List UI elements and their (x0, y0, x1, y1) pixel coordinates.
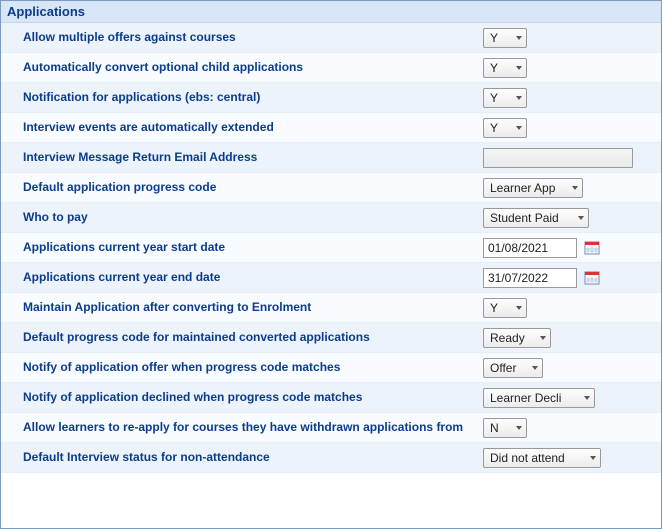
select-value: Learner Decli (490, 391, 561, 405)
select-who-to-pay[interactable]: Student Paid (483, 208, 589, 228)
select-default-interview-nonattend[interactable]: Did not attend (483, 448, 601, 468)
settings-rows: Allow multiple offers against courses Y … (1, 23, 661, 473)
row-who-to-pay: Who to pay Student Paid (1, 203, 661, 233)
row-default-progress-code: Default application progress code Learne… (1, 173, 661, 203)
select-notify-offer-match[interactable]: Offer (483, 358, 543, 378)
select-auto-convert-optional[interactable]: Y (483, 58, 527, 78)
label-auto-convert-optional: Automatically convert optional child app… (23, 60, 483, 75)
row-auto-convert-optional: Automatically convert optional child app… (1, 53, 661, 83)
select-value: Learner App (490, 181, 555, 195)
row-notify-offer-match: Notify of application offer when progres… (1, 353, 661, 383)
select-value: N (490, 421, 499, 435)
chevron-down-icon (516, 426, 522, 430)
select-value: Ready (490, 331, 525, 345)
input-interview-return-email[interactable] (483, 148, 633, 168)
chevron-down-icon (540, 336, 546, 340)
label-interview-return-email: Interview Message Return Email Address (23, 150, 483, 165)
select-default-progress-code[interactable]: Learner App (483, 178, 583, 198)
row-interview-return-email: Interview Message Return Email Address (1, 143, 661, 173)
row-maintain-after-enrol: Maintain Application after converting to… (1, 293, 661, 323)
calendar-icon[interactable] (583, 269, 601, 287)
applications-panel: Applications Allow multiple offers again… (0, 0, 662, 529)
select-interview-auto-extend[interactable]: Y (483, 118, 527, 138)
calendar-icon[interactable] (583, 239, 601, 257)
chevron-down-icon (516, 96, 522, 100)
label-year-end: Applications current year end date (23, 270, 483, 285)
panel-title: Applications (1, 1, 661, 23)
row-allow-multiple-offers: Allow multiple offers against courses Y (1, 23, 661, 53)
label-default-progress-code: Default application progress code (23, 180, 483, 195)
row-notify-declined-match: Notify of application declined when prog… (1, 383, 661, 413)
chevron-down-icon (516, 126, 522, 130)
chevron-down-icon (516, 66, 522, 70)
label-allow-multiple-offers: Allow multiple offers against courses (23, 30, 483, 45)
label-notify-declined-match: Notify of application declined when prog… (23, 390, 483, 405)
select-allow-reapply-withdrawn[interactable]: N (483, 418, 527, 438)
chevron-down-icon (572, 186, 578, 190)
select-default-maintained-code[interactable]: Ready (483, 328, 551, 348)
label-interview-auto-extend: Interview events are automatically exten… (23, 120, 483, 135)
row-allow-reapply-withdrawn: Allow learners to re-apply for courses t… (1, 413, 661, 443)
chevron-down-icon (516, 306, 522, 310)
date-value: 31/07/2022 (488, 271, 548, 285)
row-default-maintained-code: Default progress code for maintained con… (1, 323, 661, 353)
label-default-interview-nonattend: Default Interview status for non-attenda… (23, 450, 483, 465)
select-value: Y (490, 121, 498, 135)
label-who-to-pay: Who to pay (23, 210, 483, 225)
chevron-down-icon (584, 396, 590, 400)
row-year-start: Applications current year start date 01/… (1, 233, 661, 263)
label-allow-reapply-withdrawn: Allow learners to re-apply for courses t… (23, 420, 483, 435)
row-default-interview-nonattend: Default Interview status for non-attenda… (1, 443, 661, 473)
row-year-end: Applications current year end date 31/07… (1, 263, 661, 293)
date-value: 01/08/2021 (488, 241, 548, 255)
label-default-maintained-code: Default progress code for maintained con… (23, 330, 483, 345)
chevron-down-icon (590, 456, 596, 460)
label-year-start: Applications current year start date (23, 240, 483, 255)
select-maintain-after-enrol[interactable]: Y (483, 298, 527, 318)
select-value: Student Paid (490, 211, 559, 225)
label-notify-offer-match: Notify of application offer when progres… (23, 360, 483, 375)
select-value: Y (490, 301, 498, 315)
row-notification-ebs: Notification for applications (ebs: cent… (1, 83, 661, 113)
select-notification-ebs[interactable]: Y (483, 88, 527, 108)
select-value: Y (490, 31, 498, 45)
input-year-end[interactable]: 31/07/2022 (483, 268, 577, 288)
select-value: Did not attend (490, 451, 565, 465)
chevron-down-icon (516, 36, 522, 40)
select-notify-declined-match[interactable]: Learner Decli (483, 388, 595, 408)
label-notification-ebs: Notification for applications (ebs: cent… (23, 90, 483, 105)
label-maintain-after-enrol: Maintain Application after converting to… (23, 300, 483, 315)
chevron-down-icon (532, 366, 538, 370)
select-value: Y (490, 91, 498, 105)
select-value: Y (490, 61, 498, 75)
chevron-down-icon (578, 216, 584, 220)
input-year-start[interactable]: 01/08/2021 (483, 238, 577, 258)
select-value: Offer (490, 361, 516, 375)
select-allow-multiple-offers[interactable]: Y (483, 28, 527, 48)
row-interview-auto-extend: Interview events are automatically exten… (1, 113, 661, 143)
